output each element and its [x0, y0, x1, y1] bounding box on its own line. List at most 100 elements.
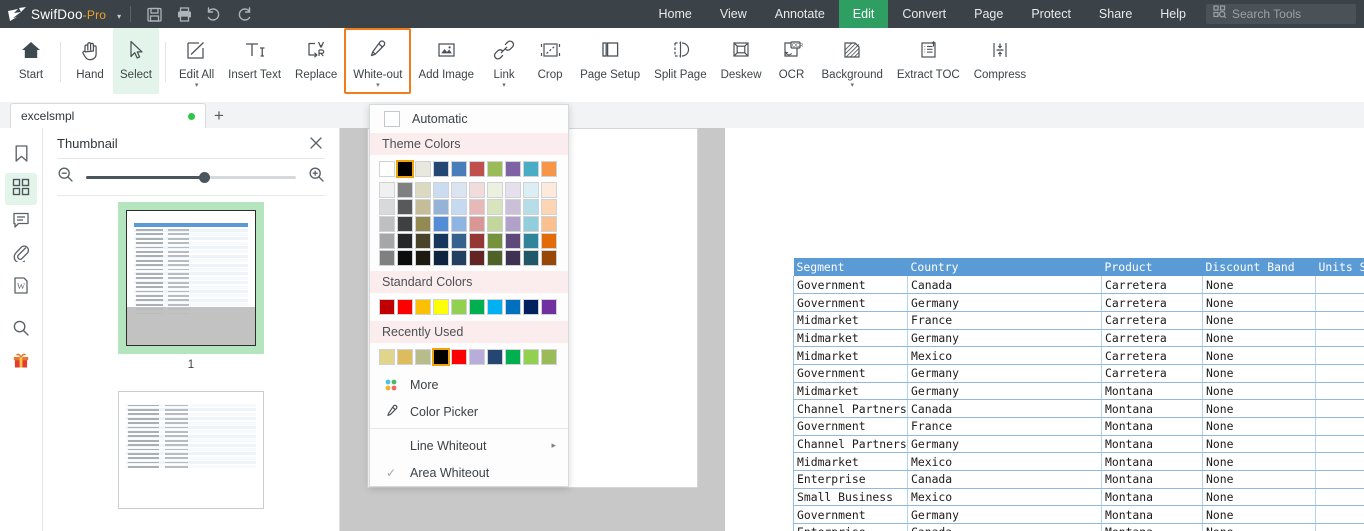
theme-shade-swatch-0-7[interactable]	[505, 182, 521, 198]
standard-color-swatch-2[interactable]	[415, 299, 431, 315]
thumbnail-page-2[interactable]	[118, 391, 264, 509]
theme-shade-swatch-2-7[interactable]	[505, 216, 521, 232]
ribbon-replace-button[interactable]: Replace	[288, 28, 344, 94]
area-whiteout-item[interactable]: ✓ Area Whiteout	[370, 459, 568, 486]
theme-shade-swatch-3-3[interactable]	[433, 233, 449, 249]
theme-shade-swatch-4-1[interactable]	[397, 250, 413, 266]
theme-shade-swatch-1-0[interactable]	[379, 199, 395, 215]
edit-all-caret-icon[interactable]: ▾	[195, 82, 199, 89]
menu-view[interactable]: View	[706, 0, 761, 28]
theme-shade-swatch-2-5[interactable]	[469, 216, 485, 232]
theme-shade-swatch-0-3[interactable]	[433, 182, 449, 198]
theme-shade-swatch-0-4[interactable]	[451, 182, 467, 198]
standard-color-swatch-6[interactable]	[487, 299, 503, 315]
theme-shade-swatch-0-1[interactable]	[397, 182, 413, 198]
theme-color-swatch-5[interactable]	[469, 161, 485, 177]
ribbon-add-image-button[interactable]: Add Image	[411, 28, 481, 94]
theme-shade-swatch-1-4[interactable]	[451, 199, 467, 215]
standard-color-swatch-4[interactable]	[451, 299, 467, 315]
automatic-color-item[interactable]: Automatic	[370, 105, 568, 133]
menu-protect[interactable]: Protect	[1017, 0, 1085, 28]
table-row[interactable]: Channel Partners Germany Montana None	[793, 435, 1364, 454]
theme-shade-swatch-3-8[interactable]	[523, 233, 539, 249]
rail-word-button[interactable]: W	[5, 272, 37, 304]
document-tab-excelsmpl[interactable]: excelsmpl	[10, 103, 206, 128]
link-caret-icon[interactable]: ▾	[502, 82, 506, 89]
theme-shade-swatch-2-6[interactable]	[487, 216, 503, 232]
standard-color-swatch-9[interactable]	[541, 299, 557, 315]
theme-shade-swatch-0-0[interactable]	[379, 182, 395, 198]
standard-color-swatch-3[interactable]	[433, 299, 449, 315]
line-whiteout-item[interactable]: Line Whiteout ▸	[370, 432, 568, 459]
ribbon-split-page-button[interactable]: Split Page	[647, 28, 713, 94]
theme-shade-swatch-0-8[interactable]	[523, 182, 539, 198]
recent-color-swatch-1[interactable]	[397, 349, 413, 365]
more-colors-item[interactable]: More	[370, 371, 568, 398]
standard-color-swatch-1[interactable]	[397, 299, 413, 315]
ribbon-crop-button[interactable]: Crop	[527, 28, 573, 94]
recent-color-swatch-7[interactable]	[505, 349, 521, 365]
zoom-in-icon[interactable]	[308, 166, 325, 188]
theme-shade-swatch-1-6[interactable]	[487, 199, 503, 215]
theme-shade-swatch-1-2[interactable]	[415, 199, 431, 215]
submenu-chevron-right-icon[interactable]: ▸	[551, 440, 556, 451]
table-row[interactable]: Government France Montana None	[793, 417, 1364, 436]
ribbon-extract-toc-button[interactable]: Extract TOC	[890, 28, 967, 94]
theme-shade-swatch-1-3[interactable]	[433, 199, 449, 215]
table-row[interactable]: Midmarket Germany Carretera None	[793, 329, 1364, 348]
print-icon[interactable]	[171, 1, 197, 27]
theme-shade-swatch-4-4[interactable]	[451, 250, 467, 266]
rail-attachment-button[interactable]	[5, 239, 37, 271]
theme-shade-swatch-0-9[interactable]	[541, 182, 557, 198]
theme-shade-swatch-3-6[interactable]	[487, 233, 503, 249]
ribbon-compress-button[interactable]: Compress	[967, 28, 1033, 94]
table-row[interactable]: Midmarket Mexico Montana None	[793, 452, 1364, 472]
theme-color-swatch-8[interactable]	[523, 161, 539, 177]
zoom-slider-handle[interactable]	[198, 171, 210, 183]
theme-shade-swatch-4-6[interactable]	[487, 250, 503, 266]
theme-shade-swatch-2-4[interactable]	[451, 216, 467, 232]
ribbon-select-button[interactable]: Select	[113, 28, 159, 94]
theme-shade-swatch-0-2[interactable]	[415, 182, 431, 198]
recent-color-swatch-6[interactable]	[487, 349, 503, 365]
background-caret-icon[interactable]: ▾	[850, 82, 854, 89]
save-icon[interactable]	[141, 1, 167, 27]
theme-shade-swatch-1-8[interactable]	[523, 199, 539, 215]
thumbnail-page-1[interactable]: 1	[118, 202, 264, 371]
ribbon-background-button[interactable]: Background ▾	[815, 28, 890, 94]
theme-shade-swatch-1-7[interactable]	[505, 199, 521, 215]
theme-shade-swatch-4-3[interactable]	[433, 250, 449, 266]
redo-icon[interactable]	[231, 1, 257, 27]
theme-shade-swatch-2-0[interactable]	[379, 216, 395, 232]
ribbon-link-button[interactable]: Link ▾	[481, 28, 527, 94]
table-row[interactable]: Government Germany Carretera None	[793, 293, 1364, 312]
theme-color-swatch-7[interactable]	[505, 161, 521, 177]
theme-color-swatch-2[interactable]	[415, 161, 431, 177]
table-row[interactable]: EnterpriseCanadaMontanaNone	[793, 523, 1364, 531]
theme-shade-swatch-2-8[interactable]	[523, 216, 539, 232]
recent-color-swatch-9[interactable]	[541, 349, 557, 365]
theme-shade-swatch-4-0[interactable]	[379, 250, 395, 266]
theme-color-swatch-0[interactable]	[379, 161, 395, 177]
theme-color-swatch-9[interactable]	[541, 161, 557, 177]
menu-page[interactable]: Page	[960, 0, 1017, 28]
theme-color-swatch-1[interactable]	[396, 160, 414, 178]
ribbon-insert-text-button[interactable]: Insert Text	[221, 28, 288, 94]
search-tools-input[interactable]: Search Tools	[1206, 4, 1356, 24]
theme-shade-swatch-3-1[interactable]	[397, 233, 413, 249]
theme-shade-swatch-2-2[interactable]	[415, 216, 431, 232]
theme-color-swatch-4[interactable]	[451, 161, 467, 177]
standard-color-swatch-7[interactable]	[505, 299, 521, 315]
theme-shade-swatch-3-7[interactable]	[505, 233, 521, 249]
rail-comment-button[interactable]	[5, 206, 37, 238]
theme-shade-swatch-0-5[interactable]	[469, 182, 485, 198]
zoom-out-icon[interactable]	[57, 166, 74, 188]
table-row[interactable]: Government Germany Carretera None	[793, 364, 1364, 383]
table-row[interactable]: Government Germany Montana None	[793, 505, 1364, 525]
table-row[interactable]: Channel Partners Canada Montana None	[793, 399, 1364, 418]
theme-color-swatch-6[interactable]	[487, 161, 503, 177]
theme-shade-swatch-4-7[interactable]	[505, 250, 521, 266]
standard-color-swatch-8[interactable]	[523, 299, 539, 315]
theme-shade-swatch-3-4[interactable]	[451, 233, 467, 249]
rail-search-button[interactable]	[5, 314, 37, 346]
